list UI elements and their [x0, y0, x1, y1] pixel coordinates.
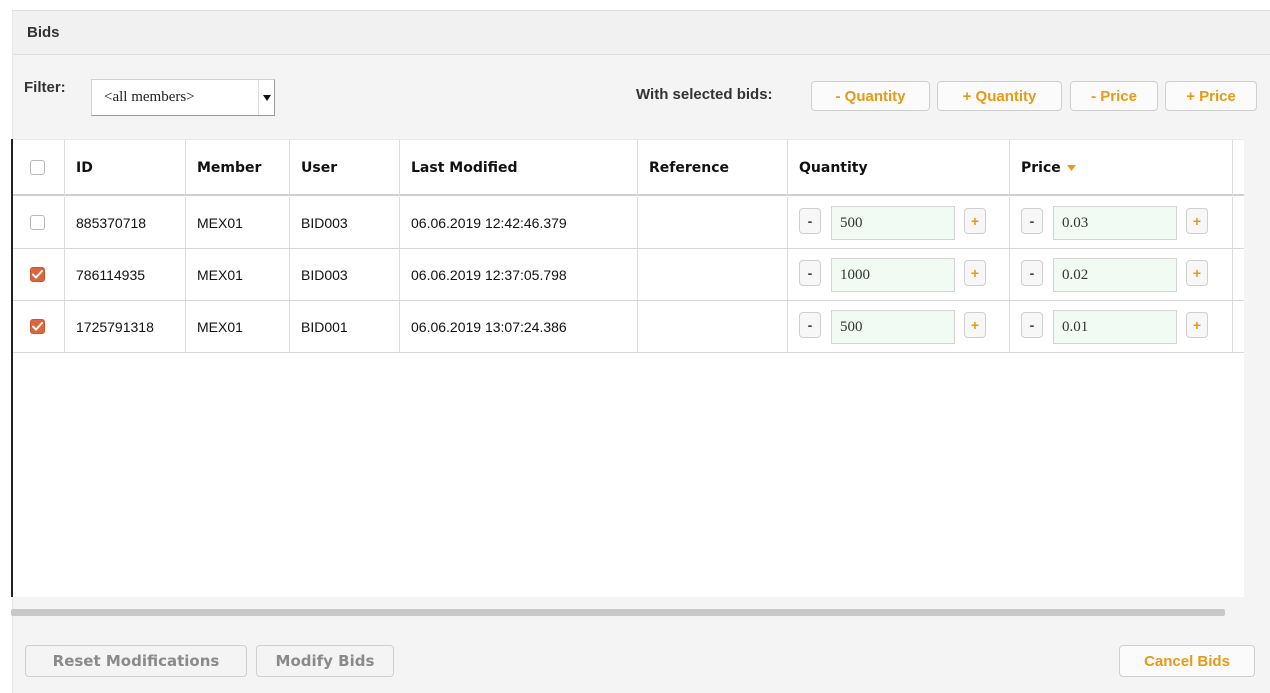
- cancel-bids-button[interactable]: Cancel Bids: [1119, 645, 1255, 677]
- cell-member: MEX01: [186, 249, 290, 300]
- cell-member: MEX01: [186, 197, 290, 248]
- price-increase-button[interactable]: +: [1186, 208, 1208, 234]
- table-row[interactable]: 1725791318 MEX01 BID001 06.06.2019 13:07:24…: [13, 301, 1244, 353]
- price-stepper: -0.03 +: [1010, 197, 1233, 248]
- row-select-checkbox[interactable]: [30, 215, 45, 230]
- quantity-input[interactable]: 500: [831, 310, 955, 344]
- cell-user: BID003: [290, 197, 400, 248]
- quantity-input[interactable]: 1000: [831, 258, 955, 292]
- modify-bids-button[interactable]: Modify Bids: [256, 645, 394, 677]
- panel-header: Bids: [13, 11, 1270, 55]
- price-decrease-button[interactable]: -: [1021, 312, 1043, 338]
- increase-price-button[interactable]: + Price: [1165, 81, 1257, 111]
- cell-last-modified: 06.06.2019 12:37:05.798: [400, 249, 638, 300]
- price-increase-button[interactable]: +: [1186, 312, 1208, 338]
- select-all-checkbox[interactable]: [30, 160, 45, 175]
- cell-last-modified: 06.06.2019 12:42:46.379: [400, 197, 638, 248]
- quantity-stepper: -500 +: [788, 301, 1010, 352]
- with-selected-bids-label: With selected bids:: [636, 86, 773, 103]
- decrease-price-button[interactable]: - Price: [1070, 81, 1158, 111]
- cell-user: BID003: [290, 249, 400, 300]
- table-header-row: ID Member User Last Modified Reference Q…: [13, 139, 1244, 196]
- row-select-cell: [13, 197, 65, 248]
- price-input[interactable]: 0.03: [1053, 206, 1177, 240]
- cell-id: 1725791318: [65, 301, 186, 352]
- column-header-price-label: Price: [1021, 159, 1061, 176]
- price-stepper: -0.01 +: [1010, 301, 1233, 352]
- decrease-quantity-button[interactable]: - Quantity: [811, 81, 930, 111]
- panel-title: Bids: [27, 24, 60, 41]
- quantity-increase-button[interactable]: +: [964, 208, 986, 234]
- price-decrease-button[interactable]: -: [1021, 208, 1043, 234]
- chevron-down-icon: [258, 80, 274, 115]
- sort-down-icon: [1066, 164, 1076, 171]
- quantity-decrease-button[interactable]: -: [799, 260, 821, 286]
- quantity-stepper: -1000 +: [788, 249, 1010, 300]
- quantity-increase-button[interactable]: +: [964, 312, 986, 338]
- price-decrease-button[interactable]: -: [1021, 260, 1043, 286]
- increase-quantity-button[interactable]: + Quantity: [937, 81, 1062, 111]
- member-filter-select[interactable]: <all members>: [91, 79, 275, 116]
- table-row[interactable]: 786114935 MEX01 BID003 06.06.2019 12:37:05.…: [13, 249, 1244, 301]
- table-row[interactable]: 885370718 MEX01 BID003 06.06.2019 12:42:46.…: [13, 197, 1244, 249]
- column-header-quantity[interactable]: Quantity: [788, 140, 1010, 195]
- select-all-cell: [13, 140, 65, 195]
- column-header-id[interactable]: ID: [65, 140, 186, 195]
- cell-user: BID001: [290, 301, 400, 352]
- column-header-user[interactable]: User: [290, 140, 400, 195]
- row-select-checkbox[interactable]: [30, 267, 45, 282]
- price-stepper: -0.02 +: [1010, 249, 1233, 300]
- cell-member: MEX01: [186, 301, 290, 352]
- row-select-cell: [13, 249, 65, 300]
- column-header-last-modified[interactable]: Last Modified: [400, 140, 638, 195]
- column-header-member[interactable]: Member: [186, 140, 290, 195]
- cell-reference: [638, 249, 788, 300]
- bids-table: ID Member User Last Modified Reference Q…: [11, 139, 1244, 597]
- filter-label: Filter:: [24, 79, 66, 96]
- cell-reference: [638, 197, 788, 248]
- price-input[interactable]: 0.01: [1053, 310, 1177, 344]
- cell-id: 786114935: [65, 249, 186, 300]
- quantity-stepper: -500 +: [788, 197, 1010, 248]
- quantity-input[interactable]: 500: [831, 206, 955, 240]
- quantity-decrease-button[interactable]: -: [799, 312, 821, 338]
- member-filter-value: <all members>: [104, 89, 195, 105]
- row-select-cell: [13, 301, 65, 352]
- cell-last-modified: 06.06.2019 13:07:24.386: [400, 301, 638, 352]
- reset-modifications-button[interactable]: Reset Modifications: [25, 645, 247, 677]
- price-increase-button[interactable]: +: [1186, 260, 1208, 286]
- horizontal-scrollbar[interactable]: [11, 609, 1225, 616]
- column-header-price[interactable]: Price: [1010, 140, 1233, 195]
- quantity-decrease-button[interactable]: -: [799, 208, 821, 234]
- quantity-increase-button[interactable]: +: [964, 260, 986, 286]
- cell-reference: [638, 301, 788, 352]
- price-input[interactable]: 0.02: [1053, 258, 1177, 292]
- cell-id: 885370718: [65, 197, 186, 248]
- column-header-reference[interactable]: Reference: [638, 140, 788, 195]
- row-select-checkbox[interactable]: [30, 319, 45, 334]
